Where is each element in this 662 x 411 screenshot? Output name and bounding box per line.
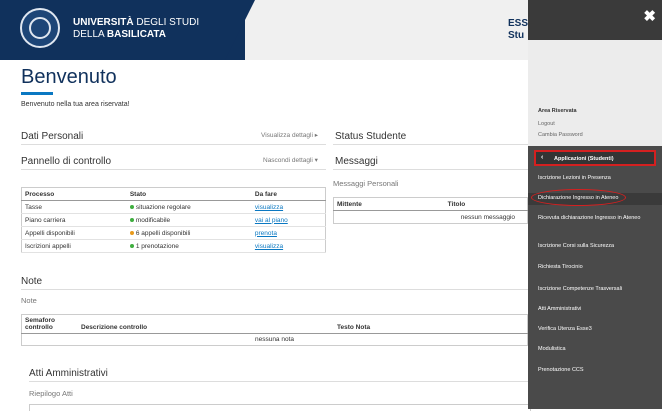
riepilogo-atti-subtitle: Riepilogo Atti bbox=[29, 389, 73, 398]
notes-table: Semaforo controllo Descrizione controllo… bbox=[21, 314, 528, 346]
table-row: Piano carriera modificabile vai al piano bbox=[21, 213, 326, 227]
panel-top-bar bbox=[528, 0, 662, 40]
table-row: Iscrizioni appelli 1 prenotazione visual… bbox=[21, 239, 326, 253]
brand-diagonal bbox=[225, 0, 255, 60]
brand-line-1: UNIVERSITÀ DEGLI STUDI bbox=[73, 17, 200, 28]
divider bbox=[333, 169, 528, 170]
divider bbox=[21, 144, 326, 145]
cambia-password-link[interactable]: Cambia Password bbox=[538, 132, 583, 138]
col-da-fare: Da fare bbox=[251, 187, 326, 201]
stato-cell: 1 prenotazione bbox=[126, 239, 252, 253]
col-testo-nota: Testo Nota bbox=[334, 314, 528, 334]
menu-item-iscrizione-lezioni[interactable]: Iscrizione Lezioni in Presenza bbox=[528, 175, 662, 182]
note-title: Note bbox=[21, 276, 43, 287]
atti-title: Atti Amministrativi bbox=[29, 368, 108, 379]
action-link[interactable]: prenota bbox=[251, 226, 326, 240]
empty-notes: nessuna nota bbox=[254, 336, 295, 343]
university-brand[interactable]: UNIVERSITÀ DEGLI STUDI DELLA BASILICATA bbox=[0, 0, 245, 60]
area-riservata-title: Area Riservata bbox=[538, 108, 577, 114]
messaggi-title: Messaggi bbox=[335, 156, 378, 167]
panel-account-area bbox=[528, 40, 662, 146]
university-seal-logo bbox=[20, 8, 60, 48]
action-link[interactable]: visualizza bbox=[251, 239, 326, 253]
title-underline bbox=[21, 92, 53, 95]
close-icon[interactable]: ✖ bbox=[643, 9, 656, 24]
action-link[interactable]: visualizza bbox=[251, 200, 326, 214]
col-processo: Processo bbox=[21, 187, 127, 201]
side-menu-panel: ✖ Area Riservata Logout Cambia Password … bbox=[528, 0, 662, 409]
applicazioni-studenti-header[interactable]: ‹ Applicazioni (Studenti) bbox=[534, 150, 656, 166]
divider bbox=[333, 144, 528, 145]
divider bbox=[21, 169, 326, 170]
messaggi-personali-subtitle: Messaggi Personali bbox=[333, 179, 399, 188]
chevron-left-icon: ‹ bbox=[541, 154, 544, 161]
divider bbox=[29, 381, 528, 382]
col-mittente: Mittente bbox=[333, 197, 388, 211]
table-row: nessuna nota bbox=[22, 334, 528, 346]
messages-table: Mittente Titolo nessun messaggio bbox=[333, 197, 528, 224]
visualizza-dettagli-link[interactable]: Visualizza dettagli ▸ bbox=[261, 131, 318, 139]
action-link[interactable]: vai al piano bbox=[251, 213, 326, 227]
page-title: Benvenuto bbox=[21, 66, 117, 88]
col-semaforo: Semaforo controllo bbox=[21, 314, 78, 334]
status-dot-icon bbox=[129, 230, 134, 235]
empty-messages: nessun messaggio bbox=[460, 213, 515, 221]
processo-cell: Iscrizioni appelli bbox=[21, 239, 127, 253]
pannello-controllo-title: Pannello di controllo bbox=[21, 156, 112, 167]
processo-cell: Tasse bbox=[21, 200, 127, 214]
processo-cell: Piano carriera bbox=[21, 213, 127, 227]
status-studente-title: Status Studente bbox=[335, 131, 407, 142]
menu-item-prenotazione-ccs[interactable]: Prenotazione CCS bbox=[528, 367, 662, 374]
status-dot-icon bbox=[129, 243, 134, 248]
logout-link[interactable]: Logout bbox=[538, 121, 555, 127]
dati-personali-title: Dati Personali bbox=[21, 131, 84, 142]
col-descrizione: Descrizione controllo bbox=[78, 314, 334, 334]
highlight-oval bbox=[531, 189, 626, 206]
menu-item-ricevuta-dichiarazione[interactable]: Ricevuta dichiarazione Ingresso in Atene… bbox=[528, 215, 648, 222]
header-user-label[interactable]: ESS Stu bbox=[508, 18, 528, 42]
divider bbox=[21, 289, 528, 290]
menu-item-verifica-utenza[interactable]: Verifica Utenza Esse3 bbox=[528, 326, 662, 333]
status-dot-icon bbox=[129, 217, 134, 222]
stato-cell: modificabile bbox=[126, 213, 252, 227]
stato-cell: 6 appelli disponibili bbox=[126, 226, 252, 240]
note-subtitle: Note bbox=[21, 296, 37, 305]
brand-line-2: DELLA BASILICATA bbox=[73, 29, 166, 40]
menu-item-competenze-trasversali[interactable]: Iscrizione Competenze Trasversali bbox=[528, 286, 662, 293]
atti-table bbox=[29, 404, 531, 411]
menu-item-richiesta-tirocinio[interactable]: Richiesta Tirocinio bbox=[528, 264, 662, 271]
table-row: nessun messaggio bbox=[334, 211, 528, 224]
menu-item-atti-amministrativi[interactable]: Atti Amministrativi bbox=[528, 306, 662, 313]
stato-cell: situazione regolare bbox=[126, 200, 252, 214]
menu-item-corsi-sicurezza[interactable]: Iscrizione Corsi sulla Sicurezza bbox=[528, 243, 662, 250]
table-row: Tasse situazione regolare visualizza bbox=[21, 200, 326, 214]
welcome-text: Benvenuto nella tua area riservata! bbox=[21, 101, 130, 108]
menu-item-modulistica[interactable]: Modulistica bbox=[528, 346, 662, 353]
table-row: Appelli disponibili 6 appelli disponibil… bbox=[21, 226, 326, 240]
processo-cell: Appelli disponibili bbox=[21, 226, 127, 240]
process-table: Processo Stato Da fare Tasse situazione … bbox=[21, 187, 326, 253]
nascondi-dettagli-link[interactable]: Nascondi dettagli ▾ bbox=[263, 156, 318, 164]
status-dot-icon bbox=[129, 204, 134, 209]
app-header-label: Applicazioni (Studenti) bbox=[554, 156, 614, 162]
col-stato: Stato bbox=[126, 187, 252, 201]
col-titolo: Titolo bbox=[387, 197, 528, 211]
